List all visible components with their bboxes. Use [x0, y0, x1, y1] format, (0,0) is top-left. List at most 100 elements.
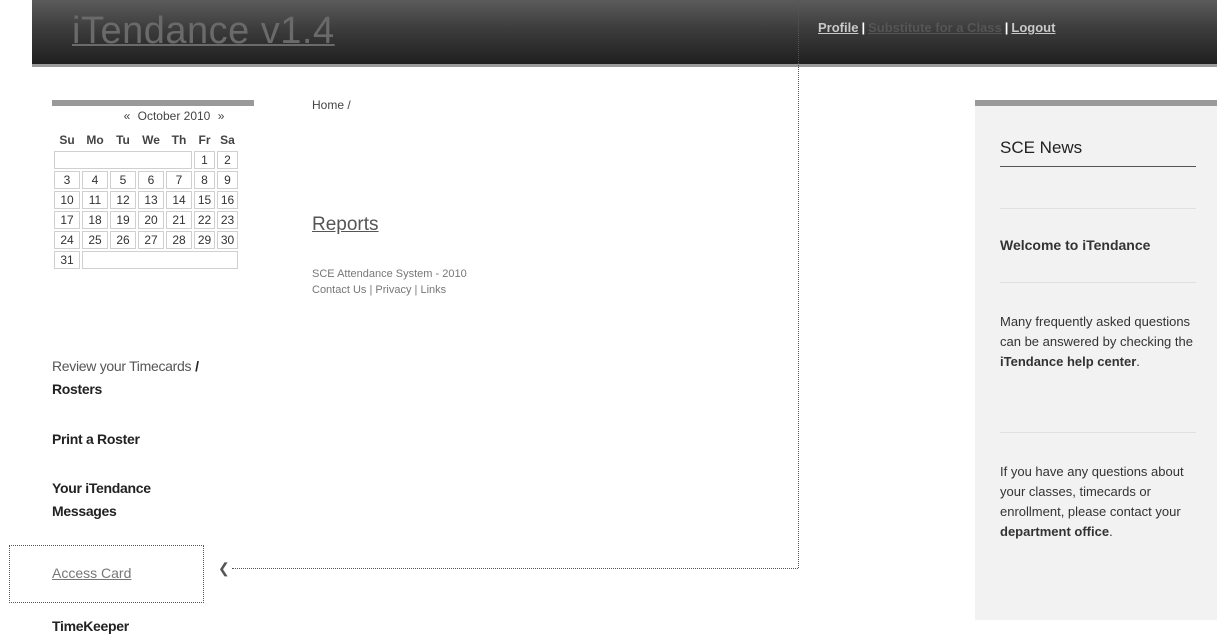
- weekday-header: Fr: [198, 132, 211, 147]
- footer-copyright: SCE Attendance System - 2010: [312, 268, 467, 280]
- print-roster-link[interactable]: Print a Roster: [52, 431, 140, 447]
- breadcrumb: Home /: [312, 98, 351, 112]
- news-title: SCE News: [1000, 138, 1196, 167]
- calendar-day[interactable]: 2: [217, 151, 238, 169]
- calendar-day[interactable]: 22: [194, 211, 215, 229]
- calendar-week-row: 3 4 5 6 7 8 9: [54, 171, 238, 189]
- calendar-day[interactable]: 26: [110, 231, 136, 249]
- faq-period: .: [1136, 354, 1140, 369]
- calendar-top-bar: [52, 100, 254, 106]
- calendar-day[interactable]: 10: [54, 191, 80, 209]
- calendar-day[interactable]: 30: [217, 231, 238, 249]
- review-timecards-link[interactable]: Review your Timecards: [52, 358, 192, 374]
- calendar-title: « October 2010 »: [52, 109, 296, 123]
- nav-messages-row: Your iTendance: [52, 477, 151, 500]
- calendar-day[interactable]: 15: [194, 191, 215, 209]
- calendar-empty-cell: [82, 251, 238, 269]
- calendar-day[interactable]: 8: [194, 171, 215, 189]
- footer-separator: |: [369, 284, 373, 296]
- weekday-header: Su: [59, 132, 75, 147]
- calendar-day[interactable]: 20: [138, 211, 164, 229]
- rosters-link[interactable]: Rosters: [52, 381, 102, 397]
- access-card-link[interactable]: Access Card: [52, 565, 131, 581]
- calendar-day[interactable]: 19: [110, 211, 136, 229]
- contact-period: .: [1109, 524, 1113, 539]
- news-divider: [1000, 432, 1196, 433]
- news-divider: [1000, 208, 1196, 209]
- contact-text: If you have any questions about your cla…: [1000, 464, 1184, 519]
- calendar-day[interactable]: 9: [217, 171, 238, 189]
- nav-separator: |: [1004, 20, 1009, 35]
- profile-link[interactable]: Profile: [818, 20, 858, 35]
- calendar-day[interactable]: 29: [194, 231, 215, 249]
- help-center-link[interactable]: iTendance help center: [1000, 354, 1136, 369]
- calendar-day[interactable]: 3: [54, 171, 80, 189]
- calendar-empty-cell: [54, 151, 192, 169]
- weekday-header: Th: [171, 132, 187, 147]
- calendar-day[interactable]: 23: [217, 211, 238, 229]
- page-footer: SCE Attendance System - 2010 Contact Us …: [312, 266, 467, 298]
- calendar-grid: Su Mo Tu We Th Fr Sa 1 2 3 4 5 6 7 8 9 1…: [52, 128, 240, 271]
- calendar-week-row: 24 25 26 27 28 29 30: [54, 231, 238, 249]
- substitute-link[interactable]: Substitute for a Class: [868, 20, 1002, 35]
- calendar-day[interactable]: 25: [82, 231, 108, 249]
- calendar-day[interactable]: 27: [138, 231, 164, 249]
- news-panel: SCE News Welcome to iTendance Many frequ…: [975, 100, 1217, 620]
- footer-separator: |: [414, 284, 418, 296]
- logout-link[interactable]: Logout: [1011, 20, 1055, 35]
- calendar-day[interactable]: 31: [54, 251, 80, 269]
- calendar-day[interactable]: 4: [82, 171, 108, 189]
- calendar-month-link[interactable]: October 2010: [138, 109, 211, 123]
- calendar-day[interactable]: 1: [194, 151, 215, 169]
- calendar-day[interactable]: 28: [166, 231, 192, 249]
- links-link[interactable]: Links: [420, 284, 446, 296]
- calendar-day[interactable]: 24: [54, 231, 80, 249]
- calendar-day[interactable]: 14: [166, 191, 192, 209]
- nav-timekeeper-row: TimeKeeper: [52, 615, 129, 638]
- annotation-arrow-icon: ❮: [218, 560, 230, 576]
- weekday-header: We: [142, 132, 160, 147]
- footer-links: Contact Us | Privacy | Links: [312, 282, 467, 298]
- prev-month-link[interactable]: «: [124, 109, 131, 123]
- news-contact: If you have any questions about your cla…: [1000, 462, 1200, 542]
- department-office-link[interactable]: department office: [1000, 524, 1109, 539]
- weekday-header: Mo: [86, 132, 104, 147]
- weekday-header-row: Su Mo Tu We Th Fr Sa: [54, 130, 238, 149]
- nav-print-row: Print a Roster: [52, 428, 140, 451]
- calendar-week-row: 17 18 19 20 21 22 23: [54, 211, 238, 229]
- calendar-week-row: 1 2: [54, 151, 238, 169]
- messages-link-line2[interactable]: Messages: [52, 503, 117, 519]
- calendar-day[interactable]: 13: [138, 191, 164, 209]
- calendar-day[interactable]: 6: [138, 171, 164, 189]
- news-divider: [1000, 282, 1196, 283]
- calendar-day[interactable]: 17: [54, 211, 80, 229]
- next-month-link[interactable]: »: [218, 109, 225, 123]
- app-logo[interactable]: iTendance v1.4: [72, 10, 335, 53]
- calendar-day[interactable]: 12: [110, 191, 136, 209]
- nav-separator: /: [195, 358, 199, 374]
- faq-text: Many frequently asked questions can be a…: [1000, 314, 1193, 349]
- calendar-day[interactable]: 11: [82, 191, 108, 209]
- weekday-header: Tu: [116, 132, 130, 147]
- nav-rosters-row: Rosters: [52, 378, 102, 401]
- calendar-day[interactable]: 16: [217, 191, 238, 209]
- messages-link-line1[interactable]: Your iTendance: [52, 480, 151, 496]
- privacy-link[interactable]: Privacy: [375, 284, 411, 296]
- weekday-header: Sa: [220, 132, 235, 147]
- nav-messages-row2: Messages: [52, 500, 117, 523]
- annotation-line-horizontal: [232, 568, 798, 569]
- top-nav: Profile | Substitute for a Class | Logout: [818, 20, 1055, 35]
- contact-us-link[interactable]: Contact Us: [312, 284, 366, 296]
- calendar-day[interactable]: 5: [110, 171, 136, 189]
- news-faq: Many frequently asked questions can be a…: [1000, 312, 1200, 372]
- app-header: iTendance v1.4 Profile | Substitute for a …: [32, 0, 1217, 67]
- calendar-day[interactable]: 18: [82, 211, 108, 229]
- calendar-day[interactable]: 21: [166, 211, 192, 229]
- calendar-day[interactable]: 7: [166, 171, 192, 189]
- reports-link[interactable]: Reports: [312, 214, 379, 236]
- calendar-week-row: 31: [54, 251, 238, 269]
- nav-review-row: Review your Timecards /: [52, 355, 199, 378]
- timekeeper-link[interactable]: TimeKeeper: [52, 618, 129, 634]
- nav-separator: |: [861, 20, 866, 35]
- news-welcome: Welcome to iTendance: [1000, 237, 1151, 253]
